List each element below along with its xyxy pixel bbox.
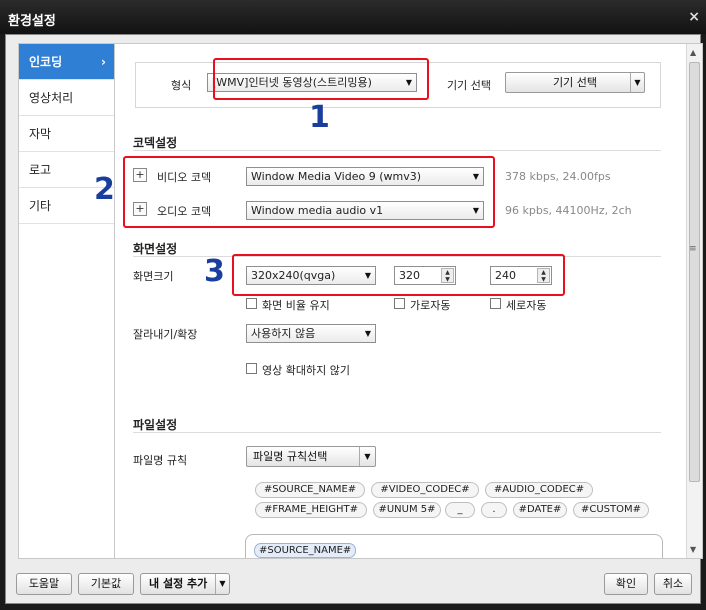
cancel-button-label: 취소 <box>662 577 684 590</box>
audio-codec-info: 96 kpbs, 44100Hz, 2ch <box>505 204 632 217</box>
no-enlarge-label: 영상 확대하지 않기 <box>262 364 350 377</box>
token-date[interactable]: #DATE# <box>513 502 567 518</box>
sidebar-item-subtitle[interactable]: 자막 <box>19 116 114 152</box>
auto-width-checkbox[interactable] <box>394 298 405 309</box>
annotation-number-1: 1 <box>309 100 330 135</box>
chevron-down-icon: ▼ <box>359 447 375 466</box>
sidebar-item-video-processing[interactable]: 영상처리 <box>19 80 114 116</box>
sidebar-item-label: 로고 <box>29 163 52 177</box>
settings-dialog: 인코딩 › 영상처리 자막 로고 기타 형식 [WMV]인터넷 동영상(스트리밍… <box>5 34 703 604</box>
help-button[interactable]: 도움말 <box>16 573 72 595</box>
window-title: 환경설정 <box>8 14 56 29</box>
help-button-label: 도움말 <box>28 577 60 590</box>
rule-token-source-name[interactable]: #SOURCE_NAME# <box>254 543 357 558</box>
sidebar: 인코딩 › 영상처리 자막 로고 기타 <box>18 43 115 559</box>
ok-button[interactable]: 확인 <box>604 573 648 595</box>
screen-size-label: 화면크기 <box>133 270 174 283</box>
screen-section-title: 화면설정 <box>133 242 178 256</box>
file-rule-select-button[interactable]: 파일명 규칙선택 ▼ <box>246 446 376 467</box>
sidebar-item-encoding[interactable]: 인코딩 › <box>19 44 114 80</box>
chevron-down-icon: ▼ <box>364 329 371 338</box>
device-select-button[interactable]: 기기 선택 ▼ <box>505 72 645 93</box>
title-bar: 환경설정 × <box>0 0 706 34</box>
file-rule-input[interactable]: #SOURCE_NAME# <box>245 534 663 558</box>
crop-label: 잘라내기/확장 <box>133 328 198 341</box>
file-section-title: 파일설정 <box>133 418 178 432</box>
divider <box>133 150 661 151</box>
settings-panel: 형식 [WMV]인터넷 동영상(스트리밍용) ▼ 기기 선택 기기 선택 ▼ 코… <box>115 43 703 559</box>
file-rule-label: 파일명 규칙 <box>133 454 188 467</box>
token-unum[interactable]: #UNUM 5# <box>373 502 441 518</box>
auto-height-checkbox[interactable] <box>490 298 501 309</box>
format-label: 형식 <box>171 79 192 92</box>
token-underscore[interactable]: _ <box>445 502 475 518</box>
highlight-box-3 <box>232 254 565 296</box>
close-icon[interactable]: × <box>688 9 700 25</box>
annotation-number-2: 2 <box>94 172 115 207</box>
token-custom[interactable]: #CUSTOM# <box>573 502 649 518</box>
sidebar-item-label: 인코딩 <box>29 55 63 69</box>
file-rule-button-label: 파일명 규칙선택 <box>253 450 328 463</box>
chevron-down-icon[interactable]: ▼ <box>215 574 229 594</box>
my-settings-label: 내 설정 추가 <box>149 577 208 590</box>
video-codec-info: 378 kbps, 24.00fps <box>505 170 611 183</box>
my-settings-add-button[interactable]: 내 설정 추가 ▼ <box>140 573 230 595</box>
device-button-label: 기기 선택 <box>553 76 597 89</box>
token-video-codec[interactable]: #VIDEO_CODEC# <box>371 482 479 498</box>
divider <box>133 432 661 433</box>
default-button[interactable]: 기본값 <box>78 573 134 595</box>
crop-select[interactable]: 사용하지 않음 ▼ <box>246 324 376 343</box>
sidebar-item-label: 기타 <box>29 199 52 213</box>
scroll-up-icon[interactable]: ▲ <box>690 48 696 57</box>
vertical-scrollbar[interactable]: ▲ ≡ ▼ <box>686 44 702 558</box>
crop-value: 사용하지 않음 <box>251 327 316 340</box>
no-enlarge-checkbox[interactable] <box>246 363 257 374</box>
keep-ratio-checkbox[interactable] <box>246 298 257 309</box>
ok-button-label: 확인 <box>615 577 637 590</box>
keep-ratio-label: 화면 비율 유지 <box>262 299 330 312</box>
scroll-down-icon[interactable]: ▼ <box>690 545 696 554</box>
device-label: 기기 선택 <box>447 79 491 92</box>
cancel-button[interactable]: 취소 <box>654 573 692 595</box>
default-button-label: 기본값 <box>90 577 122 590</box>
sidebar-item-label: 자막 <box>29 127 52 141</box>
annotation-number-3: 3 <box>204 254 225 289</box>
chevron-right-icon: › <box>101 55 106 69</box>
token-source-name[interactable]: #SOURCE_NAME# <box>255 482 365 498</box>
highlight-box-1 <box>213 58 429 100</box>
scrollbar-thumb[interactable] <box>689 62 700 482</box>
codec-section-title: 코덱설정 <box>133 136 178 150</box>
chevron-down-icon: ▼ <box>630 73 644 92</box>
auto-height-label: 세로자동 <box>506 299 547 312</box>
token-frame-height[interactable]: #FRAME_HEIGHT# <box>255 502 367 518</box>
scrollbar-grip-icon: ≡ <box>689 244 697 254</box>
sidebar-item-label: 영상처리 <box>29 91 74 105</box>
token-audio-codec[interactable]: #AUDIO_CODEC# <box>485 482 593 498</box>
token-dot[interactable]: . <box>481 502 507 518</box>
auto-width-label: 가로자동 <box>410 299 451 312</box>
highlight-box-2 <box>123 156 495 228</box>
